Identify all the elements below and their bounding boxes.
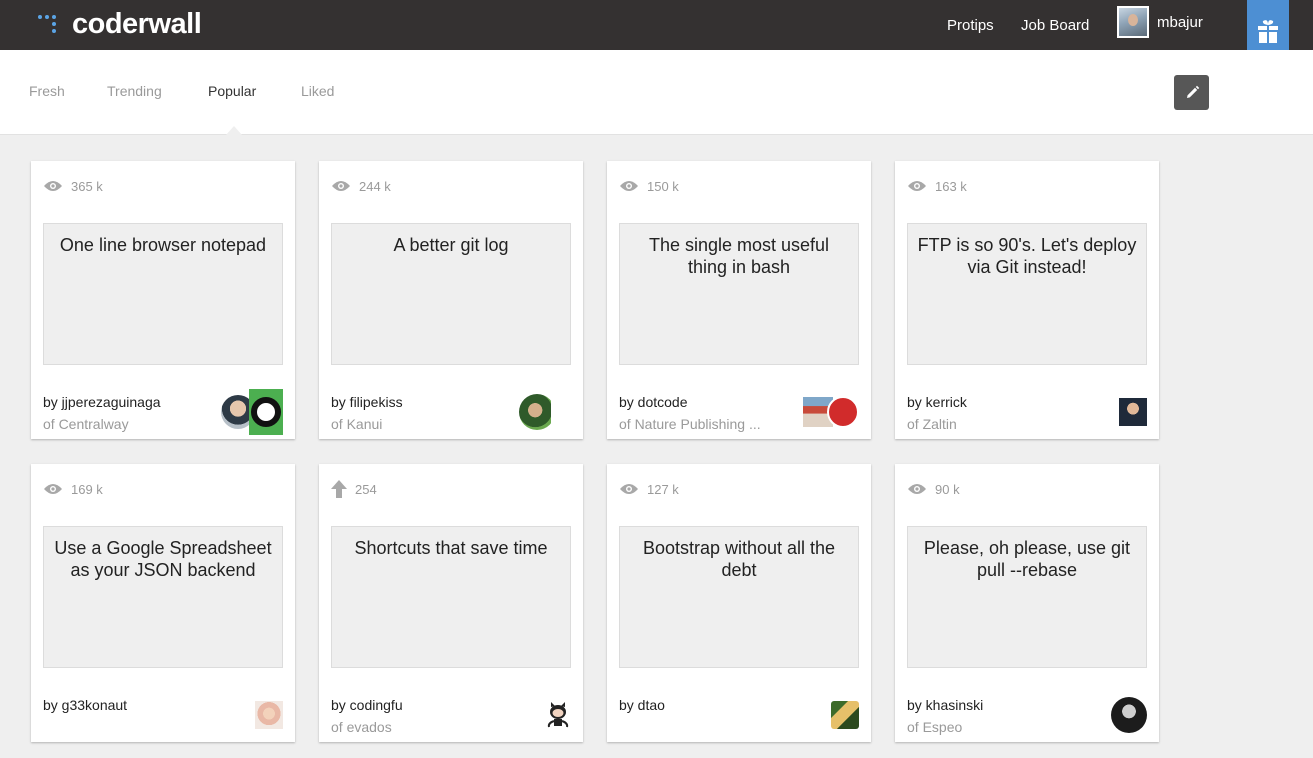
protip-title[interactable]: Bootstrap without all the debt <box>619 526 859 668</box>
arrow-up-icon <box>331 480 347 498</box>
protip-title[interactable]: Use a Google Spreadsheet as your JSON ba… <box>43 526 283 668</box>
author-name[interactable]: by khasinski <box>907 697 983 713</box>
team-name[interactable]: of Zaltin <box>907 416 957 432</box>
eye-icon <box>908 484 926 494</box>
view-count: 90 k <box>907 480 960 498</box>
team-name[interactable]: of Nature Publishing ... <box>619 416 761 432</box>
protip-title[interactable]: Please, oh please, use git pull --rebase <box>907 526 1147 668</box>
sub-nav: Fresh Trending Popular Liked <box>0 50 1313 135</box>
team-logo[interactable] <box>551 395 571 429</box>
nav-protips[interactable]: Protips <box>947 0 994 50</box>
author-avatars <box>1119 394 1147 430</box>
author-avatars <box>803 394 859 430</box>
team-name[interactable]: of Kanui <box>331 416 382 432</box>
author-avatar[interactable] <box>255 701 283 729</box>
team-name[interactable]: of Espeo <box>907 719 962 735</box>
team-logo[interactable] <box>249 389 283 435</box>
protip-title[interactable]: FTP is so 90's. Let's deploy via Git ins… <box>907 223 1147 365</box>
view-count: 127 k <box>619 480 679 498</box>
author-name[interactable]: by filipekiss <box>331 394 403 410</box>
tab-liked[interactable]: Liked <box>301 83 334 99</box>
protip-card[interactable]: 365 k One line browser notepad by jjpere… <box>31 161 295 439</box>
tab-fresh[interactable]: Fresh <box>29 83 65 99</box>
author-avatars <box>831 697 859 733</box>
logo-text: coderwall <box>72 7 202 40</box>
team-logo[interactable] <box>827 396 859 428</box>
eye-icon <box>620 484 638 494</box>
team-name[interactable]: of Centralway <box>43 416 129 432</box>
user-avatar <box>1117 6 1149 38</box>
pencil-icon <box>1186 85 1199 98</box>
protip-card[interactable]: 163 k FTP is so 90's. Let's deploy via G… <box>895 161 1159 439</box>
protip-card[interactable]: 244 k A better git log by filipekiss of … <box>319 161 583 439</box>
username: mbajur <box>1157 13 1203 31</box>
active-tab-indicator <box>226 126 242 135</box>
protip-card[interactable]: 254 Shortcuts that save time by codingfu… <box>319 464 583 742</box>
github-octocat-icon[interactable] <box>545 701 571 729</box>
author-avatars <box>221 389 283 435</box>
author-name[interactable]: by kerrick <box>907 394 967 410</box>
tab-trending[interactable]: Trending <box>107 83 162 99</box>
logo-dots-icon <box>38 12 62 36</box>
coderwall-logo[interactable]: coderwall <box>38 7 202 40</box>
protip-card[interactable]: 127 k Bootstrap without all the debt by … <box>607 464 871 742</box>
author-avatar[interactable] <box>831 701 859 729</box>
protip-title[interactable]: The single most useful thing in bash <box>619 223 859 365</box>
view-count: 365 k <box>43 177 103 195</box>
protip-card[interactable]: 150 k The single most useful thing in ba… <box>607 161 871 439</box>
view-count: 163 k <box>907 177 967 195</box>
gift-icon <box>1258 20 1278 43</box>
author-avatar[interactable] <box>1111 697 1147 733</box>
protip-title[interactable]: Shortcuts that save time <box>331 526 571 668</box>
author-avatars <box>545 697 571 733</box>
tab-popular[interactable]: Popular <box>208 83 256 99</box>
team-name[interactable]: of evados <box>331 719 392 735</box>
eye-icon <box>908 181 926 191</box>
protip-card[interactable]: 90 k Please, oh please, use git pull --r… <box>895 464 1159 742</box>
view-count: 169 k <box>43 480 103 498</box>
upvote-count: 254 <box>331 480 377 498</box>
eye-icon <box>620 181 638 191</box>
author-avatars <box>519 394 571 430</box>
author-name[interactable]: by dtao <box>619 697 665 713</box>
author-name[interactable]: by jjperezaguinaga <box>43 394 161 410</box>
write-protip-button[interactable] <box>1174 75 1209 110</box>
author-name[interactable]: by codingfu <box>331 697 403 713</box>
protip-title[interactable]: A better git log <box>331 223 571 365</box>
view-count: 244 k <box>331 177 391 195</box>
eye-icon <box>44 484 62 494</box>
author-name[interactable]: by dotcode <box>619 394 688 410</box>
author-avatar[interactable] <box>1119 398 1147 426</box>
author-name[interactable]: by g33konaut <box>43 697 127 713</box>
author-avatar[interactable] <box>519 394 555 430</box>
protip-title[interactable]: One line browser notepad <box>43 223 283 365</box>
eye-icon <box>332 181 350 191</box>
eye-icon <box>44 181 62 191</box>
author-avatars <box>255 697 283 733</box>
top-bar: coderwall Protips Job Board mbajur <box>0 0 1313 50</box>
protip-card[interactable]: 169 k Use a Google Spreadsheet as your J… <box>31 464 295 742</box>
author-avatars <box>1111 697 1147 733</box>
view-count: 150 k <box>619 177 679 195</box>
user-menu[interactable]: mbajur <box>1117 6 1203 38</box>
nav-job-board[interactable]: Job Board <box>1021 0 1089 50</box>
